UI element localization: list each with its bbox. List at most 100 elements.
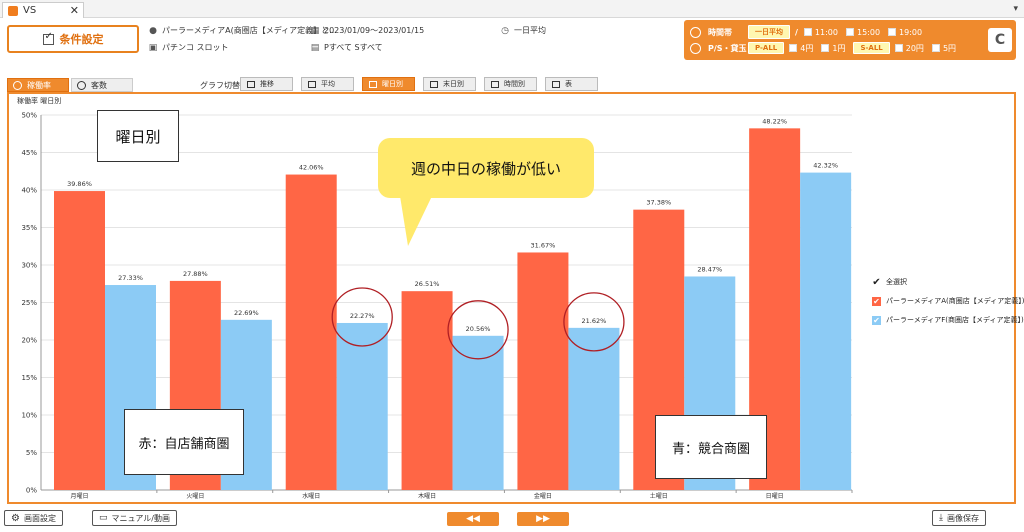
time-checkbox-1900[interactable]: 19:00 (888, 28, 922, 37)
p-option-1yen[interactable]: 1円 (821, 43, 845, 54)
p-1yen-label: 1円 (832, 43, 846, 53)
bar-series-a (517, 252, 569, 490)
time-chip-average[interactable]: 一日平均 (748, 25, 790, 39)
refresh-icon: C (994, 32, 1006, 48)
person-icon (77, 80, 86, 90)
graph-hourly-label: 時間別 (504, 80, 525, 88)
red-note-annotation: 赤：自店舗商圏 (124, 409, 244, 475)
s-option-5yen[interactable]: 5円 (931, 43, 957, 54)
clock-icon (690, 26, 701, 38)
bar-series-b (568, 327, 620, 490)
legend-select-all[interactable]: ✔ 全選択 (872, 276, 1024, 288)
condition-settings-label: 条件設定 (59, 33, 104, 46)
coin-icon (690, 42, 701, 54)
chart-legend: ✔ 全選択 ✔ パーラーメディアA(商圏店【メディア定義】) ✔ パーラーメディアF(… (872, 277, 1024, 334)
graph-average-button[interactable]: 平均 (301, 77, 354, 91)
p-option-4yen[interactable]: 4円 (789, 43, 813, 54)
close-icon[interactable]: ✕ (70, 4, 79, 17)
checkbox-icon (803, 28, 812, 36)
s-5yen-label: 5円 (942, 43, 957, 53)
manual-video-button[interactable]: ▭ マニュアル/動画 (92, 510, 177, 526)
data-label: 26.51% (415, 280, 440, 288)
y-tick-label: 5% (26, 449, 37, 457)
clock-icon (491, 80, 499, 88)
data-label: 31.67% (531, 241, 556, 249)
rental-label: P/S・貸玉 (708, 43, 747, 53)
checkbox-icon (888, 28, 897, 36)
filter-panel: 時間帯 一日平均 / 11:00 15:00 19:00 P/S・貸玉 P-AL… (684, 20, 1016, 60)
graph-trend-button[interactable]: 推移 (240, 77, 293, 91)
machines-info: ▤ Pすべて Sすべて (310, 42, 383, 53)
graph-weekday-button[interactable]: 曜日別 (362, 77, 415, 91)
bar-series-a (54, 191, 105, 491)
s-all-chip[interactable]: S-ALL (853, 42, 890, 54)
x-tick-label: 水曜日 (302, 492, 320, 500)
calendar-icon (369, 80, 377, 88)
tab-vs[interactable]: VS ✕ (2, 2, 84, 18)
download-icon: ⤓ (939, 513, 943, 523)
gear-icon: ⚙ (11, 512, 20, 524)
store-info: ● パーラーメディアA(商圏店【メディア定義】と... (148, 25, 337, 36)
y-tick-label: 15% (21, 374, 37, 382)
machine-icon: ▣ (148, 42, 158, 53)
blue-note-annotation: 青：競合商圏 (655, 415, 767, 479)
tab-customers-label: 客数 (91, 80, 107, 90)
time-checkbox-1100[interactable]: 11:00 (803, 27, 838, 37)
y-tick-label: 30% (21, 262, 37, 270)
checkmark-icon: ✔ (872, 276, 881, 288)
x-tick-label: 日曜日 (766, 493, 784, 500)
chart-title: 稼働率 曜日別 (17, 96, 61, 105)
condition-settings-button[interactable]: 条件設定 (7, 25, 139, 53)
graph-switch-label: グラフ切替 (200, 81, 240, 90)
save-image-button[interactable]: ⤓ 画像保存 (932, 510, 986, 526)
screen-settings-label: 画面設定 (23, 513, 56, 523)
time-row: 時間帯 一日平均 / 11:00 15:00 19:00 (690, 25, 930, 39)
p-all-chip[interactable]: P-ALL (748, 42, 785, 54)
graph-average-label: 平均 (321, 80, 335, 88)
bar-series-b (800, 172, 852, 490)
data-label: 37.38% (646, 199, 671, 207)
refresh-button[interactable]: C (988, 28, 1012, 52)
data-label: 20.56% (466, 325, 491, 333)
graph-hourly-button[interactable]: 時間別 (484, 77, 537, 91)
date-range-text: 2023/01/09〜2023/01/15 (324, 26, 425, 35)
checkmark-icon: ✔ (872, 296, 881, 306)
screen-settings-button[interactable]: ⚙ 画面設定 (4, 510, 63, 526)
speech-bubble: 週の中日の稼働が低い (378, 138, 594, 198)
time-1900-label: 19:00 (899, 27, 923, 37)
legend-series-b-label: パーラーメディアF(商圏店【メディア定義】) (886, 316, 1024, 324)
graph-table-button[interactable]: 表 (545, 77, 598, 91)
graph-switch-buttons: 推移 平均 曜日別 末日別 時間別 表 (240, 77, 606, 91)
data-label: 22.27% (350, 312, 375, 320)
s-option-20yen[interactable]: 20円 (894, 43, 924, 54)
app-logo-icon (8, 5, 18, 16)
time-1100-label: 11:00 (814, 27, 838, 37)
tab-title: VS (23, 5, 37, 16)
tab-operation-rate[interactable]: 稼働率 (7, 78, 69, 92)
x-tick-label: 火曜日 (186, 493, 204, 500)
bar-series-a (401, 291, 453, 490)
prev-button[interactable]: ◀◀ (447, 512, 499, 526)
data-label: 48.22% (762, 117, 787, 125)
bar-series-b (336, 322, 388, 490)
calendar-icon: ▦ (310, 25, 320, 36)
y-tick-label: 50% (21, 112, 37, 120)
tab-customers[interactable]: 客数 (71, 78, 133, 92)
y-tick-label: 10% (21, 412, 37, 420)
machine-filter-icon: ▤ (310, 42, 320, 53)
bar-series-a (285, 174, 337, 491)
tab-operation-rate-label: 稼働率 (27, 80, 51, 90)
graph-lastday-button[interactable]: 末日別 (423, 77, 476, 91)
legend-series-a[interactable]: ✔ パーラーメディアA(商圏店【メディア定義】) (872, 296, 1024, 306)
time-checkbox-1500[interactable]: 15:00 (845, 28, 880, 37)
machine-type-info: ▣ パチンコ スロット (148, 42, 229, 53)
data-label: 39.86% (67, 180, 92, 188)
legend-select-all-label: 全選択 (886, 278, 907, 286)
checkbox-icon (821, 44, 830, 52)
bubble-tail (400, 196, 432, 246)
graph-table-label: 表 (565, 80, 572, 88)
next-button[interactable]: ▶▶ (517, 512, 569, 526)
clock-icon: ◷ (501, 25, 509, 36)
legend-series-b[interactable]: ✔ パーラーメディアF(商圏店【メディア定義】) (872, 315, 1024, 325)
window-menu-icon[interactable]: ▾ (1013, 4, 1018, 14)
